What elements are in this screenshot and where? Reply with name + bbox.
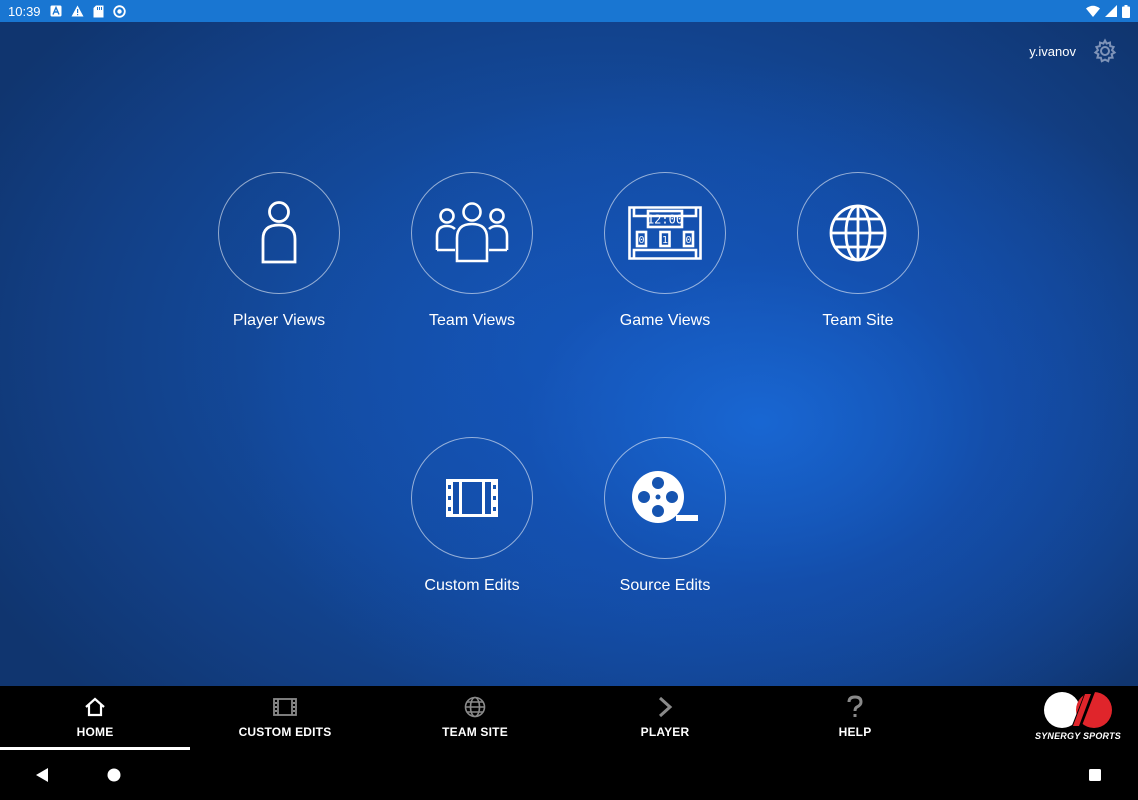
tab-custom-edits[interactable]: CUSTOM EDITS [190,686,380,750]
brand-text: SYNERGY SPORTS [1035,731,1121,741]
home-circle-icon[interactable] [107,767,121,783]
tab-help-label: HELP [838,725,872,739]
bottom-tab-bar: HOME CUSTOM EDITS TEAM SITE PLAYER HELP … [0,686,1138,750]
scoreboard-icon: 12:00 0 1 0 [628,206,702,260]
tab-player[interactable]: PLAYER [570,686,760,750]
tab-home-label: HOME [76,725,114,739]
scoreboard-left: 0 [638,235,644,246]
group-icon [435,202,509,263]
player-views-tile[interactable]: Player Views [199,172,359,330]
username[interactable]: y.ivanov [1029,44,1076,59]
player-views-circle[interactable] [218,172,340,294]
status-time: 10:39 [8,3,41,19]
synergy-sports-logo: SYNERGY SPORTS [1024,690,1132,741]
game-views-label: Game Views [619,312,711,329]
tab-help[interactable]: HELP [760,686,950,750]
scoreboard-mid: 1 [662,235,668,246]
team-site-label: Team Site [822,312,894,329]
tab-home[interactable]: HOME [0,686,190,750]
team-site-tile[interactable]: Team Site [778,172,938,330]
team-views-circle[interactable] [411,172,533,294]
team-views-tile[interactable]: Team Views [392,172,552,330]
game-views-circle[interactable]: 12:00 0 1 0 [604,172,726,294]
custom-edits-label: Custom Edits [424,577,520,594]
chevron-right-icon [658,696,673,718]
globe-icon [829,204,887,262]
signal-icon [1105,5,1117,17]
source-edits-label: Source Edits [619,577,711,594]
custom-edits-circle[interactable] [411,437,533,559]
recents-square-icon[interactable] [1088,767,1102,783]
tab-team-site-label: TEAM SITE [442,725,508,739]
team-views-label: Team Views [429,312,515,329]
film-reel-icon [632,471,698,523]
globe-icon [464,696,486,718]
home-screen: y.ivanov Player Views Team Views 12:00 0… [0,22,1138,686]
battery-icon [1122,4,1130,18]
status-bar: 10:39 [0,0,1138,22]
film-strip-icon [273,698,297,716]
source-edits-circle[interactable] [604,437,726,559]
wifi-icon [1086,5,1100,17]
sd-card-icon [93,5,104,17]
gear-icon[interactable] [1092,38,1118,64]
team-site-circle[interactable] [797,172,919,294]
synergy-logo-icon [1044,692,1112,728]
a-badge-icon [50,5,62,17]
game-views-tile[interactable]: 12:00 0 1 0 Game Views [585,172,745,330]
person-icon [261,201,297,264]
scoreboard-clock: 12:00 [647,213,683,227]
home-icon [85,697,105,717]
tab-team-site[interactable]: TEAM SITE [380,686,570,750]
user-area: y.ivanov [1029,38,1118,64]
film-strip-icon [446,479,498,517]
tab-custom-edits-label: CUSTOM EDITS [238,725,332,739]
scoreboard-right: 0 [685,235,691,246]
source-edits-tile[interactable]: Source Edits [585,437,745,595]
player-views-label: Player Views [232,312,326,329]
back-icon[interactable] [35,767,49,783]
tab-player-label: PLAYER [640,725,690,739]
android-nav-bar [0,750,1138,800]
question-icon [847,695,863,717]
custom-edits-tile[interactable]: Custom Edits [392,437,552,595]
warning-icon [71,5,84,17]
sync-icon [112,4,126,18]
